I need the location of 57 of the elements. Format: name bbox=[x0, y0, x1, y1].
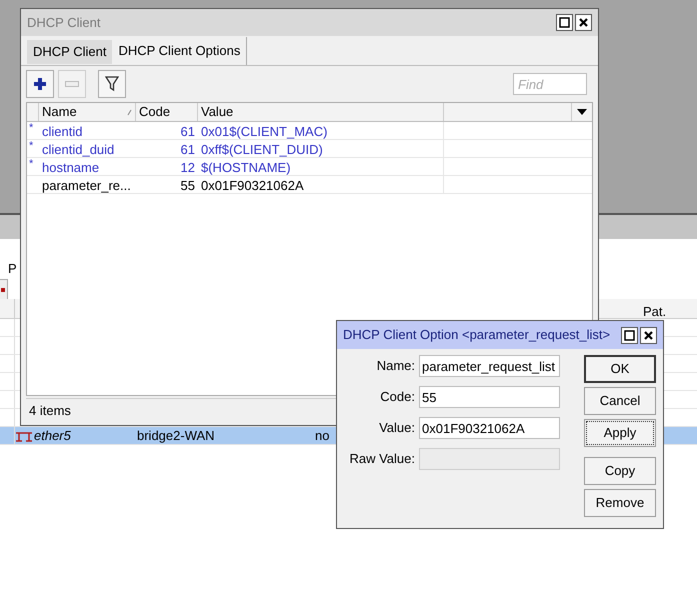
add-button[interactable] bbox=[26, 70, 54, 98]
sort-icon bbox=[127, 108, 132, 116]
table-cell-text: hostname bbox=[41, 159, 100, 175]
input-field[interactable]: parameter_request_list bbox=[419, 355, 560, 377]
maximize-icon bbox=[624, 330, 635, 340]
table-cell: $(HOSTNAME) bbox=[198, 158, 444, 175]
column-header[interactable]: Pat. bbox=[643, 302, 666, 322]
column-header[interactable]: Code bbox=[139, 102, 170, 122]
dialog-button[interactable]: Copy bbox=[584, 457, 656, 485]
close-icon bbox=[643, 330, 654, 340]
field-label: Value: bbox=[378, 419, 416, 438]
maximize-button[interactable] bbox=[556, 14, 573, 31]
interface-icon bbox=[15, 430, 33, 442]
table-cell-text: bridge2-WAN bbox=[137, 426, 216, 445]
input-field[interactable]: 55 bbox=[419, 386, 560, 408]
column-header[interactable]: Name bbox=[42, 102, 77, 122]
dialog-title: DHCP Client Option <parameter_request_list> bbox=[343, 326, 610, 344]
plus-icon bbox=[33, 77, 47, 91]
table-cell: 0x01F90321062A bbox=[198, 176, 444, 193]
table-cell-text: 61 bbox=[180, 123, 196, 139]
table-cell-text: 55 bbox=[180, 177, 196, 193]
dynamic-marker: * bbox=[29, 139, 34, 154]
maximize-icon bbox=[559, 17, 570, 28]
table-cell: 0x01$(CLIENT_MAC) bbox=[198, 122, 444, 139]
input-field[interactable]: 0x01F90321062A bbox=[419, 417, 560, 439]
field-label: Raw Value: bbox=[348, 450, 416, 468]
table-cell-text: parameter_re... bbox=[41, 177, 132, 193]
table-cell-text: 61 bbox=[180, 141, 196, 157]
table-cell-text: no bbox=[315, 426, 330, 445]
field-label: Name: bbox=[376, 357, 416, 376]
dialog-button[interactable]: Apply bbox=[584, 419, 656, 447]
table-cell-text: 12 bbox=[180, 159, 196, 175]
field-label: Code: bbox=[379, 388, 416, 406]
close-button[interactable] bbox=[640, 326, 657, 344]
window-title: DHCP Client bbox=[27, 14, 100, 32]
table-cell: 0xff$(CLIENT_DUID) bbox=[198, 140, 444, 157]
table-cell-text: clientid_duid bbox=[41, 141, 116, 157]
tab[interactable]: DHCP Client bbox=[27, 40, 112, 64]
dialog-button[interactable]: OK bbox=[584, 355, 656, 383]
interface-name: ether5 bbox=[34, 426, 71, 445]
dynamic-marker: * bbox=[29, 121, 34, 136]
column-header[interactable]: Value bbox=[201, 102, 234, 122]
filter-button[interactable] bbox=[98, 70, 126, 98]
tab-label[interactable]: P bbox=[8, 259, 17, 278]
maximize-button[interactable] bbox=[621, 326, 638, 344]
table-cell-text: clientid bbox=[41, 123, 84, 139]
minus-icon bbox=[65, 81, 79, 87]
close-button[interactable] bbox=[575, 14, 592, 31]
filter-icon bbox=[105, 76, 119, 92]
dynamic-marker: * bbox=[29, 157, 34, 172]
caret-icon bbox=[577, 109, 587, 115]
dialog-button[interactable]: Remove bbox=[584, 489, 656, 517]
search-field[interactable]: Find bbox=[513, 73, 587, 95]
status-text: 4 items bbox=[28, 402, 72, 420]
close-icon bbox=[578, 17, 589, 28]
button-icon bbox=[1, 288, 5, 292]
dialog-button[interactable]: Cancel bbox=[584, 387, 656, 415]
